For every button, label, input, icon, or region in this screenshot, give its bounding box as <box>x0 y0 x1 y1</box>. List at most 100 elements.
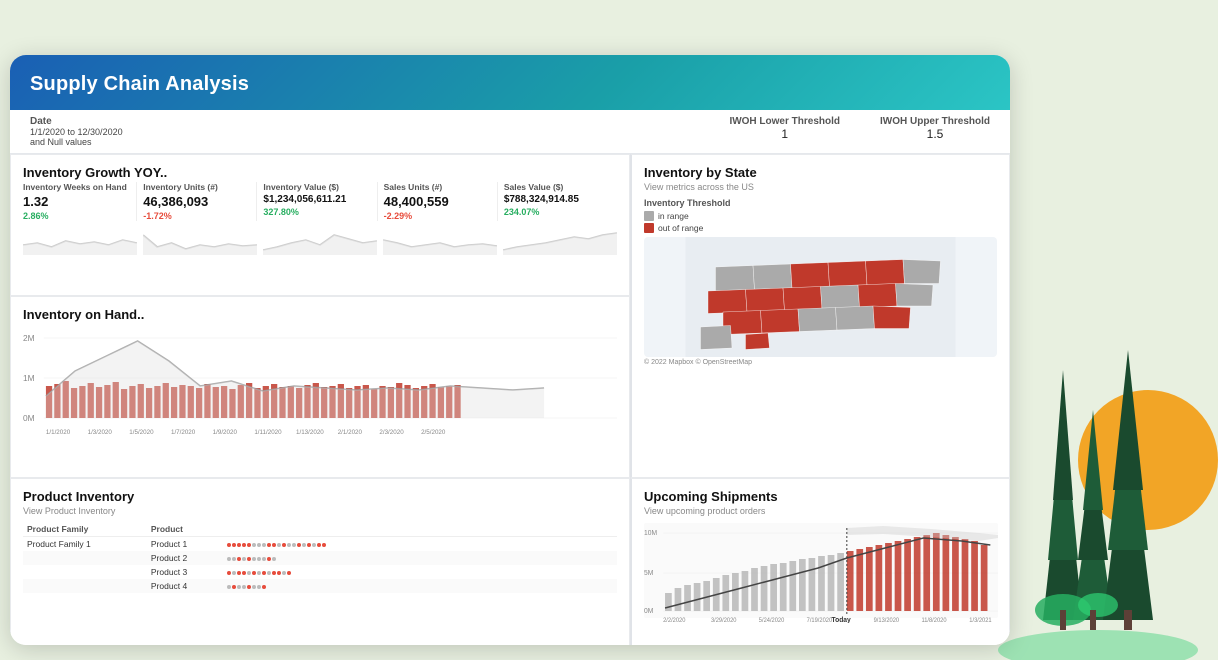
svg-text:7/19/2020: 7/19/2020 <box>807 618 833 623</box>
thresholds: IWOH Lower Threshold 1 IWOH Upper Thresh… <box>729 116 990 141</box>
metric-value-4: 48,400,559 <box>384 194 491 209</box>
metric-sales-value: Sales Value ($) $788,324,914.85 234.07% <box>504 182 617 221</box>
dot <box>227 571 231 575</box>
svg-text:1/3/2021: 1/3/2021 <box>969 618 991 623</box>
col-product: Product <box>147 522 224 537</box>
family-3 <box>23 565 147 579</box>
dot <box>267 557 271 561</box>
filter-bar: Date 1/1/2020 to 12/30/2020 and Null val… <box>10 110 1010 154</box>
metrics-row: Inventory Weeks on Hand 1.32 2.86% Inven… <box>23 182 617 221</box>
table-row: Product 3 <box>23 565 617 579</box>
table-row: Product Family 1 Product 1 <box>23 536 617 551</box>
date-note: and Null values <box>30 137 123 147</box>
metric-change-5: 234.07% <box>504 207 611 217</box>
svg-text:3/29/2020: 3/29/2020 <box>711 618 737 623</box>
inventory-by-state-section: Inventory by State View metrics across t… <box>630 154 1010 478</box>
metric-change-1: 2.86% <box>23 211 130 221</box>
dot <box>232 585 236 589</box>
product-4: Product 4 <box>147 579 224 593</box>
metric-value-2: 46,386,093 <box>143 194 250 209</box>
sparkline-1 <box>23 225 137 255</box>
dot <box>252 585 256 589</box>
dot <box>257 543 261 547</box>
date-label: Date <box>30 116 123 127</box>
threshold-label: Inventory Threshold <box>644 198 997 208</box>
dashboard: Supply Chain Analysis Date 1/1/2020 to 1… <box>10 55 1010 645</box>
metric-change-3: 327.80% <box>263 207 370 217</box>
sparkline-4 <box>383 225 497 255</box>
legend-in-range: in range <box>644 211 997 221</box>
metric-change-2: -1.72% <box>143 211 250 221</box>
dots-4 <box>223 579 617 593</box>
svg-text:10M: 10M <box>644 530 657 537</box>
metric-inventory-value: Inventory Value ($) $1,234,056,611.21 32… <box>263 182 377 221</box>
dot <box>267 571 271 575</box>
family-2 <box>23 551 147 565</box>
dot <box>272 543 276 547</box>
dot <box>247 543 251 547</box>
iwoh-upper: IWOH Upper Threshold 1.5 <box>880 116 990 141</box>
dot <box>292 543 296 547</box>
svg-text:1/5/2020: 1/5/2020 <box>129 429 154 436</box>
dot <box>252 557 256 561</box>
dot <box>247 557 251 561</box>
metric-sales-units: Sales Units (#) 48,400,559 -2.29% <box>384 182 498 221</box>
svg-text:1M: 1M <box>23 374 35 383</box>
sparkline-2 <box>143 225 257 255</box>
metric-label-3: Inventory Value ($) <box>263 182 370 192</box>
dot <box>262 585 266 589</box>
product-1: Product 1 <box>147 536 224 551</box>
dashboard-title: Supply Chain Analysis <box>30 73 990 96</box>
table-row: Product 2 <box>23 551 617 565</box>
dots-3 <box>223 565 617 579</box>
dot <box>307 543 311 547</box>
dot <box>272 557 276 561</box>
dot <box>322 543 326 547</box>
metric-inventory-units: Inventory Units (#) 46,386,093 -1.72% <box>143 182 257 221</box>
product-inventory-section: Product Inventory View Product Inventory… <box>10 478 630 645</box>
dot <box>252 571 256 575</box>
svg-text:1/1/2020: 1/1/2020 <box>46 429 71 436</box>
legend-dot-in-range <box>644 211 654 221</box>
legend-label-in-range: in range <box>658 211 689 221</box>
svg-text:2/3/2020: 2/3/2020 <box>379 429 404 436</box>
dot <box>242 585 246 589</box>
dashboard-header: Supply Chain Analysis <box>10 55 1010 110</box>
us-map <box>644 237 997 357</box>
dot <box>277 571 281 575</box>
svg-text:2/1/2020: 2/1/2020 <box>338 429 363 436</box>
dot <box>272 571 276 575</box>
metric-weeks-on-hand: Inventory Weeks on Hand 1.32 2.86% <box>23 182 137 221</box>
legend-label-out-range: out of range <box>658 223 703 233</box>
inventory-on-hand-chart: 2M 1M 0M <box>23 326 617 436</box>
dot <box>287 543 291 547</box>
map-credit: © 2022 Mapbox © OpenStreetMap <box>644 359 997 366</box>
svg-text:0M: 0M <box>23 414 35 423</box>
inventory-by-state-subtitle: View metrics across the US <box>644 182 997 192</box>
dot <box>297 543 301 547</box>
dot <box>262 571 266 575</box>
dot <box>232 543 236 547</box>
svg-text:1/13/2020: 1/13/2020 <box>296 429 324 436</box>
legend-out-range: out of range <box>644 223 997 233</box>
metric-label-5: Sales Value ($) <box>504 182 611 192</box>
inventory-by-state-title: Inventory by State <box>644 165 997 180</box>
dot <box>312 543 316 547</box>
iwoh-lower-label: IWOH Lower Threshold <box>729 116 840 127</box>
col-family: Product Family <box>23 522 147 537</box>
dot <box>232 571 236 575</box>
family-1: Product Family 1 <box>23 536 147 551</box>
nature-scene <box>988 240 1218 660</box>
svg-text:2/2/2020: 2/2/2020 <box>663 618 686 623</box>
dot <box>242 571 246 575</box>
metric-change-4: -2.29% <box>384 211 491 221</box>
svg-text:2/5/2020: 2/5/2020 <box>421 429 446 436</box>
upcoming-shipments-title: Upcoming Shipments <box>644 489 997 504</box>
metric-label-2: Inventory Units (#) <box>143 182 250 192</box>
svg-text:Today: Today <box>832 617 851 623</box>
dot <box>237 557 241 561</box>
dot <box>242 557 246 561</box>
dot <box>247 585 251 589</box>
metric-label-4: Sales Units (#) <box>384 182 491 192</box>
sparkline-3 <box>263 225 377 255</box>
